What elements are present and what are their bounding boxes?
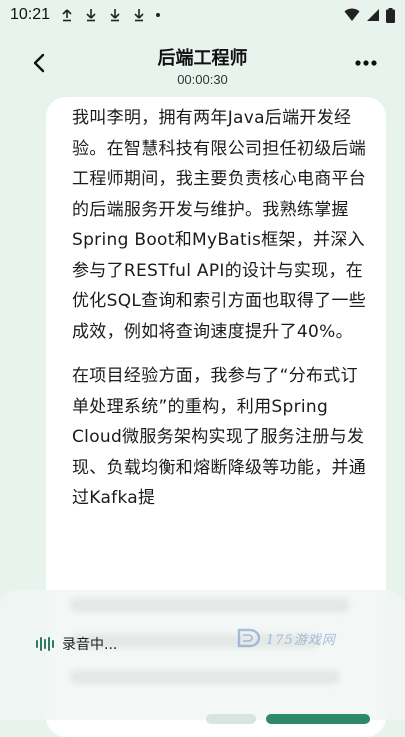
- download-icon: [110, 9, 120, 22]
- watermark: 175游戏网: [236, 626, 336, 650]
- download-icon: [134, 9, 144, 22]
- recording-timer: 00:00:30: [177, 72, 228, 87]
- more-dots-icon: [355, 60, 377, 66]
- download-icon: [86, 9, 96, 22]
- status-time: 10:21: [10, 6, 51, 23]
- recording-status: 录音中...: [36, 634, 117, 654]
- signal-icon: [367, 9, 379, 21]
- upload-icon: [62, 9, 72, 22]
- more-options-button[interactable]: [351, 48, 381, 78]
- status-bar: 10:21: [0, 0, 405, 30]
- notification-icons: [60, 8, 161, 22]
- recording-status-label: 录音中...: [62, 637, 118, 653]
- transcript-paragraph: 我叫李明，拥有两年Java后端开发经验。在智慧科技有限公司担任初级后端工程师期间…: [72, 108, 367, 342]
- page-title: 后端工程师: [157, 48, 248, 69]
- audio-wave-icon: [36, 637, 54, 651]
- recording-panel: 录音中... 175游戏网: [0, 590, 405, 724]
- primary-action-button[interactable]: [266, 714, 370, 724]
- watermark-text: 175游戏网: [266, 632, 336, 648]
- watermark-logo-icon: [237, 628, 261, 648]
- wifi-icon: [344, 8, 360, 21]
- transcript-paragraph: 在项目经验方面，我参与了“分布式订单处理系统”的重构，利用Spring Clou…: [72, 366, 367, 508]
- app-header: 后端工程师 00:00:30: [0, 32, 405, 92]
- more-notifications-dot: [156, 13, 161, 17]
- battery-icon: [386, 7, 395, 23]
- secondary-action-button[interactable]: [206, 714, 256, 724]
